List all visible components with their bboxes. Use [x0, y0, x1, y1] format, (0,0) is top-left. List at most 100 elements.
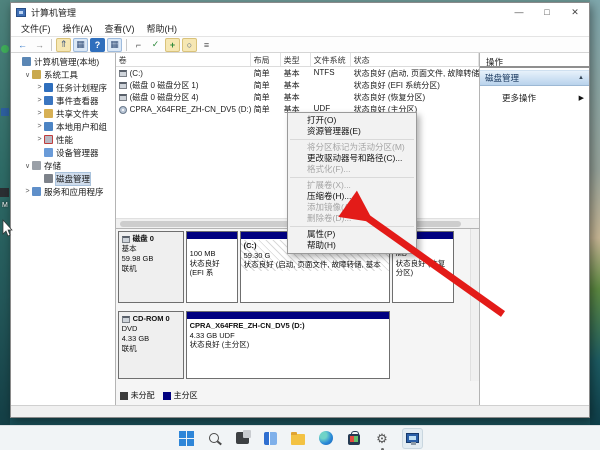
taskbar: ⚙: [0, 425, 600, 450]
menu-open[interactable]: 打开(O): [288, 115, 416, 126]
partition-context-menu: 打开(O) 资源管理器(E) 将分区标记为活动分区(M) 更改驱动器号和路径(C…: [287, 112, 417, 254]
add-volume-icon[interactable]: +: [165, 38, 180, 52]
desktop-wallpaper-left: [0, 0, 10, 425]
menu-shrink-volume[interactable]: 压缩卷(H)...: [288, 191, 416, 202]
toolbar-separator: [51, 39, 52, 51]
collapse-icon[interactable]: ▲: [578, 75, 584, 81]
menu-separator: [290, 139, 414, 140]
back-icon[interactable]: ←: [15, 38, 30, 52]
window-title: 计算机管理: [31, 6, 76, 19]
actions-group-disk-management[interactable]: 磁盘管理 ▲: [480, 70, 589, 86]
menu-help[interactable]: 帮助(H): [141, 22, 184, 35]
storage-icon: [32, 161, 41, 170]
task-view-icon[interactable]: [234, 430, 251, 447]
widgets-icon[interactable]: [262, 430, 279, 447]
performance-icon: [44, 135, 53, 144]
store-icon[interactable]: [346, 430, 363, 447]
menu-explorer[interactable]: 资源管理器(E): [288, 126, 416, 137]
services-icon: [32, 187, 41, 196]
titlebar[interactable]: 计算机管理 — □ ✕: [11, 3, 589, 21]
col-status[interactable]: 状态: [351, 53, 479, 66]
tree-item-shared-folders[interactable]: > 共享文件夹: [11, 107, 115, 120]
settings-icon[interactable]: ⚙: [374, 430, 391, 447]
tree-item-services-applications[interactable]: > 服务和应用程序: [11, 185, 115, 198]
close-button[interactable]: ✕: [561, 3, 589, 21]
tree-item-device-manager[interactable]: 设备管理器: [11, 146, 115, 159]
menu-extend-volume: 扩展卷(X)...: [288, 180, 416, 191]
disk-management-icon: [44, 174, 53, 183]
forward-icon[interactable]: →: [32, 38, 47, 52]
menu-mark-active: 将分区标记为活动分区(M): [288, 142, 416, 153]
computer-management-taskbar-icon[interactable]: [402, 428, 423, 449]
col-layout[interactable]: 布局: [251, 53, 281, 66]
tree-item-system-tools[interactable]: ∨ 系统工具: [11, 68, 115, 81]
tree-item-computer-management[interactable]: 计算机管理(本地): [11, 55, 115, 68]
drive-icon: [119, 94, 127, 101]
tree-item-disk-management[interactable]: 磁盘管理: [11, 172, 115, 185]
desktop-wallpaper-right: [590, 0, 600, 425]
desktop-icon-1[interactable]: [1, 45, 9, 53]
tree-item-event-viewer[interactable]: > 事件查看器: [11, 94, 115, 107]
minimize-button[interactable]: —: [505, 3, 533, 21]
drive-icon: [119, 70, 127, 77]
tree-item-performance[interactable]: > 性能: [11, 133, 115, 146]
status-bar: [11, 405, 589, 417]
actions-panel: 操作 磁盘管理 ▲ 更多操作 ▶: [479, 53, 589, 405]
app-icon: [16, 8, 26, 17]
col-type[interactable]: 类型: [281, 53, 311, 66]
partition-dvd-media[interactable]: CPRA_X64FRE_ZH-CN_DV5 (D:) 4.33 GB UDF 状…: [186, 311, 390, 379]
edge-icon[interactable]: [318, 430, 335, 447]
partition-header: [187, 312, 389, 320]
menu-change-drive-letter[interactable]: 更改驱动器号和路径(C)...: [288, 153, 416, 164]
help-icon[interactable]: ?: [90, 38, 105, 52]
partition-efi[interactable]: 100 MB 状态良好 (EFI 系: [186, 231, 238, 303]
menu-action[interactable]: 操作(A): [57, 22, 99, 35]
vertical-scrollbar[interactable]: [470, 229, 479, 381]
col-volume[interactable]: 卷: [116, 53, 251, 66]
computer-icon: [22, 57, 31, 66]
pointer-tool-icon[interactable]: ⌐: [131, 38, 146, 52]
menu-properties[interactable]: 属性(P): [288, 229, 416, 240]
file-explorer-icon[interactable]: [290, 430, 307, 447]
cdrom-label-box[interactable]: CD-ROM 0 DVD 4.33 GB 联机: [118, 311, 184, 379]
unallocated-color-swatch: [120, 392, 128, 400]
desktop-icon-2[interactable]: [1, 108, 9, 116]
check-document-icon[interactable]: ✓: [148, 38, 163, 52]
col-filesystem[interactable]: 文件系统: [311, 53, 351, 66]
menu-delete-volume: 删除卷(D)...: [288, 213, 416, 224]
desktop-icon-label: M: [2, 202, 8, 209]
console-tree-icon[interactable]: ▦: [73, 38, 88, 52]
more-actions[interactable]: 更多操作 ▶: [480, 90, 589, 105]
disk0-label-box[interactable]: 磁盘 0 基本 59.98 GB 联机: [118, 231, 184, 303]
toolbar: ← → ⇑ ▦ ? ▦ ⌐ ✓ + ○ ≡: [11, 36, 589, 53]
start-button[interactable]: [178, 430, 195, 447]
toolbar-separator: [126, 39, 127, 51]
device-manager-icon: [44, 148, 53, 157]
legend: 未分配 主分区: [120, 390, 198, 401]
primary-color-swatch: [163, 392, 171, 400]
find-icon[interactable]: ○: [182, 38, 197, 52]
volume-row-c[interactable]: (C:) 简单 基本 NTFS 状态良好 (启动, 页面文件, 故障转储, 基本…: [116, 67, 479, 79]
menu-format: 格式化(F)...: [288, 164, 416, 175]
menu-view[interactable]: 查看(V): [99, 22, 141, 35]
tree-item-local-users-groups[interactable]: > 本地用户和组: [11, 120, 115, 133]
desktop-icon-3[interactable]: [0, 188, 9, 197]
up-level-icon[interactable]: ⇑: [56, 38, 71, 52]
menu-add-mirror: 添加镜像(A)...: [288, 202, 416, 213]
search-icon[interactable]: [206, 430, 223, 447]
actions-title: 操作: [480, 53, 589, 68]
menu-help[interactable]: 帮助(H): [288, 240, 416, 251]
disk-icon: [122, 236, 130, 243]
tree-item-task-scheduler[interactable]: > 任务计划程序: [11, 81, 115, 94]
menu-bar: 文件(F) 操作(A) 查看(V) 帮助(H): [11, 21, 589, 36]
menu-file[interactable]: 文件(F): [15, 22, 57, 35]
maximize-button[interactable]: □: [533, 3, 561, 21]
volume-list-header: 卷 布局 类型 文件系统 状态: [116, 53, 479, 67]
cdrom-icon: [122, 316, 130, 323]
graphical-view: 磁盘 0 基本 59.98 GB 联机 100 MB 状态良好 (EFI 系: [116, 229, 479, 405]
properties-window-icon[interactable]: ▦: [107, 38, 122, 52]
volume-row-partition1[interactable]: (磁盘 0 磁盘分区 1) 简单 基本 状态良好 (EFI 系统分区): [116, 79, 479, 91]
tree-item-storage[interactable]: ∨ 存储: [11, 159, 115, 172]
volume-row-partition4[interactable]: (磁盘 0 磁盘分区 4) 简单 基本 状态良好 (恢复分区): [116, 91, 479, 103]
details-list-icon[interactable]: ≡: [199, 38, 214, 52]
